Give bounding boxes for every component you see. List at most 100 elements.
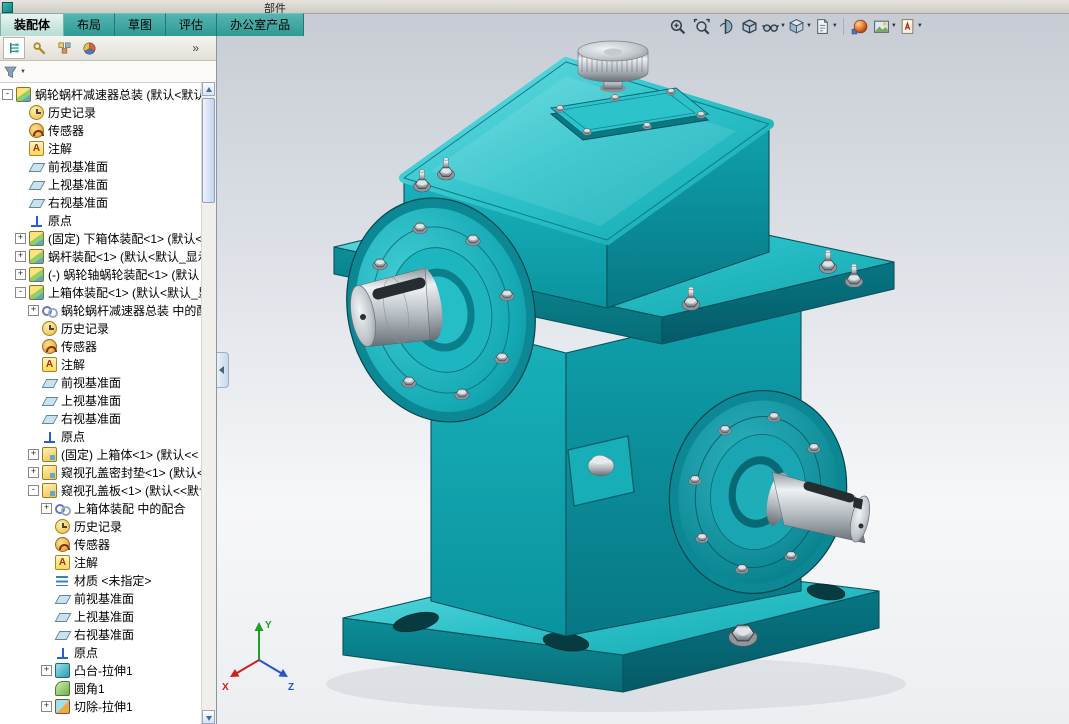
tree-item[interactable]: 右视基准面	[0, 409, 216, 427]
dropdown-caret-icon[interactable]: ▼	[806, 23, 812, 29]
tree-item[interactable]: 圆角1	[0, 679, 216, 697]
tree-item[interactable]: 原点	[0, 427, 216, 445]
feature-tree: -蜗轮蜗杆减速器总装 (默认<默认_历史记录传感器注解前视基准面上视基准面右视基…	[0, 83, 216, 724]
zoom-to-area-button[interactable]	[666, 15, 688, 37]
expand-icon[interactable]: +	[41, 665, 52, 676]
ribbon-tab-2[interactable]: 草图	[115, 13, 166, 36]
collapse-icon[interactable]: -	[28, 485, 39, 496]
dropdown-caret-icon[interactable]: ▼	[780, 23, 786, 29]
tree-item[interactable]: 传感器	[0, 121, 216, 139]
graphics-area[interactable]: Y X Z	[216, 36, 1069, 724]
ribbon-tab-0[interactable]: 装配体	[0, 13, 64, 36]
collapse-icon[interactable]: -	[15, 287, 26, 298]
section-view-button[interactable]	[714, 15, 736, 37]
tree-item[interactable]: 上视基准面	[0, 175, 216, 193]
expand-icon[interactable]: +	[41, 503, 52, 514]
propertymanager-icon	[32, 41, 47, 56]
expand-icon[interactable]: +	[15, 251, 26, 262]
view-settings-button[interactable]: ▼	[814, 15, 838, 37]
triad-y-label: Y	[265, 620, 272, 631]
tree-item[interactable]: 原点	[0, 211, 216, 229]
hide-show-items-button[interactable]: ▼	[762, 15, 786, 37]
tree-item-label: 历史记录	[48, 104, 96, 121]
configurationmanager-tab[interactable]	[53, 37, 75, 59]
expand-icon[interactable]: +	[28, 305, 39, 316]
tree-item[interactable]: 上视基准面	[0, 391, 216, 409]
tree-item-label: 历史记录	[61, 320, 109, 337]
dropdown-caret-icon[interactable]: ▼	[832, 23, 838, 29]
scroll-down-button[interactable]	[202, 710, 215, 724]
tree-item[interactable]: +凸台-拉伸1	[0, 661, 216, 679]
scroll-up-button[interactable]	[202, 82, 215, 96]
tree-item[interactable]: +蜗杆装配<1> (默认<默认_显示	[0, 247, 216, 265]
tree-item[interactable]: 历史记录	[0, 319, 216, 337]
display-style-button[interactable]	[738, 15, 760, 37]
tree-item[interactable]: 前视基准面	[0, 589, 216, 607]
assembly-icon	[29, 285, 44, 300]
tree-item-label: 历史记录	[74, 518, 122, 535]
tree-item[interactable]: 原点	[0, 643, 216, 661]
featuremanager-tree-icon	[7, 41, 22, 56]
tree-item[interactable]: -蜗轮蜗杆减速器总装 (默认<默认_	[0, 85, 216, 103]
edit-appearance-button[interactable]	[849, 15, 871, 37]
expand-icon[interactable]: +	[28, 449, 39, 460]
expand-icon[interactable]: +	[15, 269, 26, 280]
tree-item-label: 原点	[48, 212, 72, 229]
propertymanager-tab[interactable]	[28, 37, 50, 59]
tree-item[interactable]: 传感器	[0, 337, 216, 355]
tree-filter[interactable]: ▼	[0, 61, 216, 83]
displaymanager-tab[interactable]	[78, 37, 100, 59]
scrollbar-thumb[interactable]	[202, 98, 215, 203]
tree-item[interactable]: 传感器	[0, 535, 216, 553]
tree-item[interactable]: 历史记录	[0, 517, 216, 535]
annotations-icon	[42, 357, 57, 372]
plane-icon	[42, 393, 57, 408]
tree-item-label: 材质 <未指定>	[74, 572, 151, 589]
solidworks-window: { "ribbon": { "strip_label": "部件", "tabs…	[0, 0, 1069, 724]
tree-item[interactable]: +蜗轮蜗杆减速器总装 中的配	[0, 301, 216, 319]
ribbon-tab-1[interactable]: 布局	[64, 13, 115, 36]
tree-item[interactable]: + (-) 蜗轮轴蜗轮装配<1> (默认	[0, 265, 216, 283]
zoom-to-fit-button[interactable]	[690, 15, 712, 37]
featuremanager-tree-tab[interactable]	[3, 37, 25, 59]
hide-show-items-icon	[762, 18, 779, 35]
dropdown-caret-icon[interactable]: ▼	[917, 23, 923, 29]
tree-item[interactable]: 注解	[0, 553, 216, 571]
tree-item[interactable]: +上箱体装配 中的配合	[0, 499, 216, 517]
expand-icon[interactable]: +	[41, 701, 52, 712]
annotation-visibility-button[interactable]: ▼	[899, 15, 923, 37]
collapse-icon[interactable]: -	[2, 89, 13, 100]
tree-item-label: (-) 蜗轮轴蜗轮装配<1> (默认	[48, 266, 199, 283]
tree-item[interactable]: -上箱体装配<1> (默认<默认_显	[0, 283, 216, 301]
dropdown-caret-icon[interactable]: ▼	[891, 23, 897, 29]
filter-caret-icon[interactable]: ▼	[20, 69, 26, 75]
tree-item[interactable]: 上视基准面	[0, 607, 216, 625]
view-settings-icon	[814, 18, 831, 35]
view-orientation-button[interactable]: ▼	[788, 15, 812, 37]
apply-scene-button[interactable]: ▼	[873, 15, 897, 37]
sensors-icon	[55, 537, 70, 552]
ribbon-tab-3[interactable]: 评估	[166, 13, 217, 36]
tree-item[interactable]: +窥视孔盖密封垫<1> (默认<	[0, 463, 216, 481]
ribbon-tab-4[interactable]: 办公室产品	[217, 13, 304, 36]
tree-scrollbar[interactable]	[201, 82, 216, 724]
panel-overflow-button[interactable]: »	[192, 38, 199, 58]
tree-item[interactable]: -窥视孔盖板<1> (默认<<默认	[0, 481, 216, 499]
tree-item[interactable]: 右视基准面	[0, 193, 216, 211]
panel-collapse-button[interactable]	[217, 352, 229, 388]
cut-extrude-icon	[55, 699, 70, 714]
tree-item[interactable]: +切除-拉伸1	[0, 697, 216, 715]
expand-icon[interactable]: +	[28, 467, 39, 478]
tree-item[interactable]: 注解	[0, 355, 216, 373]
tree-item[interactable]: 前视基准面	[0, 157, 216, 175]
tree-item[interactable]: 前视基准面	[0, 373, 216, 391]
tree-item[interactable]: 右视基准面	[0, 625, 216, 643]
tree-item[interactable]: +(固定) 下箱体装配<1> (默认<默	[0, 229, 216, 247]
tree-item-label: 右视基准面	[74, 626, 134, 643]
viewport-3d-model[interactable]: Y X Z	[216, 36, 1069, 724]
tree-item[interactable]: 注解	[0, 139, 216, 157]
tree-item[interactable]: +(固定) 上箱体<1> (默认<<	[0, 445, 216, 463]
tree-item[interactable]: 历史记录	[0, 103, 216, 121]
expand-icon[interactable]: +	[15, 233, 26, 244]
tree-item[interactable]: 材质 <未指定>	[0, 571, 216, 589]
